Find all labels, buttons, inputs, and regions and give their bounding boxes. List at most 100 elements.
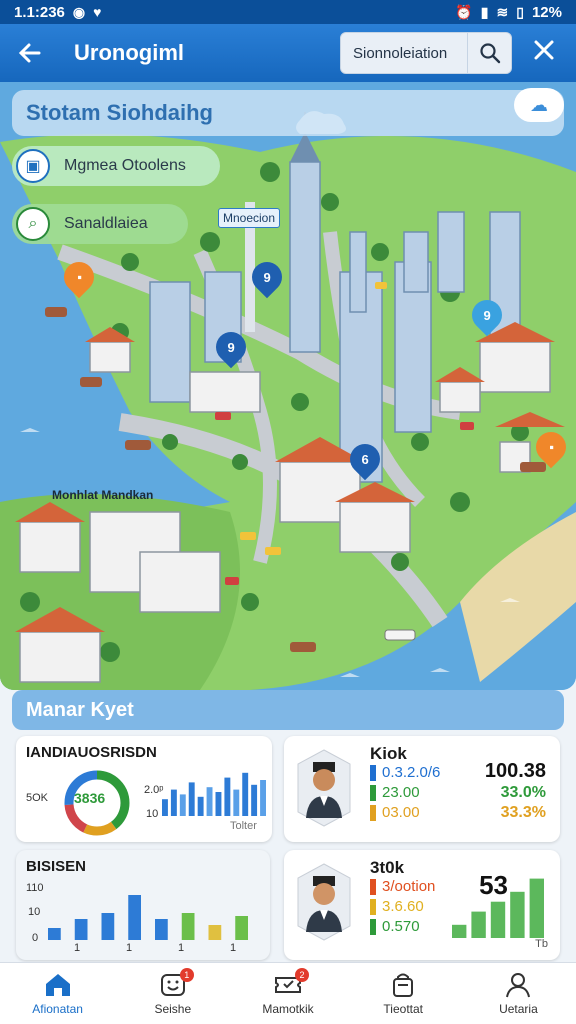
section-title: Manar Kyet	[12, 690, 564, 730]
chart-bar	[48, 928, 61, 940]
stat-value: 33.0%	[500, 784, 546, 801]
layer-icon: ▣	[16, 149, 50, 183]
chart-bar	[179, 794, 186, 816]
stat-label: 3/ootion	[382, 878, 436, 895]
avatar	[294, 862, 354, 942]
stats-card-c[interactable]: BISISEN 110 10 0 1 1 1 1	[16, 850, 270, 960]
layer-chip-primary[interactable]: ▣ Mgmea Otoolens	[12, 146, 220, 186]
chart-bar	[529, 878, 544, 938]
map-pin-label: 9	[263, 269, 271, 285]
notification-badge: 2	[295, 967, 309, 982]
chart-bar	[74, 919, 88, 940]
stat-label: 3.6.60	[382, 898, 424, 915]
chart-bar	[208, 925, 222, 940]
status-bar: 1.1:236 ◉ ♥ ⏰ ▮ ≋ ▯ 12%	[0, 0, 576, 24]
nav-label: Mamotkik	[262, 1001, 314, 1016]
map-header-title: Stotam Siohdaihg	[26, 100, 213, 125]
map-pin-label: 6	[361, 451, 369, 467]
close-button[interactable]	[524, 36, 564, 70]
chart-bar	[224, 777, 231, 816]
search-value: Sionnoleiation	[353, 44, 448, 62]
avatar	[294, 748, 354, 828]
chart-bar	[510, 891, 525, 938]
bag-icon	[393, 973, 414, 997]
chart-bar	[235, 916, 248, 940]
y-axis-label: 0	[32, 932, 39, 944]
donut-side-label: 5OK	[26, 792, 49, 804]
person-icon	[506, 972, 531, 997]
search-button[interactable]	[467, 32, 511, 74]
y-axis-label: 110	[26, 882, 44, 894]
map-pin-label: 9	[227, 339, 235, 355]
nav-item-home[interactable]: Afionatan	[0, 963, 115, 1024]
stat-color-bar	[370, 804, 376, 821]
x-axis-label: 1	[126, 942, 133, 954]
nav-icon-wrapper: 1	[158, 967, 194, 998]
status-time: 1.1:236	[14, 3, 65, 21]
stats-card-a[interactable]: IANDIAUOSRISDN 5OK 3836 2.0ᵖ 10 Tolter	[16, 736, 272, 842]
battery-icon: ▯	[516, 3, 524, 20]
cloud-icon: ☁	[530, 94, 548, 115]
x-axis-label: 1	[178, 942, 185, 954]
close-icon	[534, 40, 554, 60]
search-location-icon: ⌕	[16, 207, 50, 241]
kpi-name: 3t0k	[370, 858, 405, 877]
stat-color-bar	[370, 898, 376, 915]
wifi-icon: ≋	[496, 3, 509, 20]
back-button[interactable]	[12, 35, 48, 71]
stat-row: 3/ootion	[370, 878, 435, 895]
chart-bar	[215, 792, 222, 816]
stat-color-bar	[370, 918, 376, 935]
stat-row: 03.00	[370, 804, 420, 821]
chart-bar	[128, 895, 141, 940]
map-tag[interactable]: Mnoecion	[218, 208, 281, 228]
chart-bar	[181, 913, 195, 940]
stat-label: 0.570	[382, 918, 420, 935]
nav-item-fourth[interactable]: Tieottat	[346, 963, 461, 1024]
stat-color-bar	[370, 784, 376, 801]
stat-row: 3.6.60	[370, 898, 424, 915]
stat-row: 0.570	[370, 918, 420, 935]
heart-icon: ♥	[93, 4, 102, 20]
chart-caption: Tolter	[230, 820, 257, 832]
stat-row: 0.3.2.0/6	[370, 764, 440, 781]
stats-card-d[interactable]: 3t0k 3/ootion 3.6.60 0.570 53 Tb	[284, 850, 560, 960]
bar-chart-a	[162, 772, 266, 816]
briefcase-icon: ▪	[76, 269, 82, 285]
nav-item-profile[interactable]: Uetaria	[461, 963, 576, 1024]
layer-chip-label: Sanaldlaiea	[64, 215, 148, 232]
stat-label: 03.00	[382, 804, 420, 821]
chart-bar	[162, 799, 168, 816]
chart-bar	[206, 787, 213, 816]
city-map[interactable]: Stotam Siohdaihg ☁ ▣ Mgmea Otoolens ⌕ Sa…	[0, 82, 576, 690]
stat-color-bar	[370, 878, 376, 895]
card-title: IANDIAUOSRISDN	[26, 744, 157, 761]
search-icon	[479, 43, 500, 64]
battery-level: 12%	[531, 3, 562, 21]
app-bar: Uronogiml Sionnoleiation	[0, 24, 576, 82]
market-title: Manar Kyet	[26, 698, 134, 721]
home-icon	[45, 973, 70, 996]
stats-card-b[interactable]: Kiok 0.3.2.0/6 100.38 23.00 33.0% 03.00 33.3%	[284, 736, 560, 842]
arrow-left-icon	[18, 43, 41, 63]
search-input[interactable]: Sionnoleiation	[340, 32, 512, 74]
layer-chip-secondary[interactable]: ⌕ Sanaldlaiea	[12, 204, 188, 244]
notification-badge: 1	[179, 967, 194, 982]
map-pin-label: 9	[483, 307, 491, 323]
x-axis-label: 1	[74, 942, 81, 954]
stat-label: 0.3.2.0/6	[382, 764, 441, 781]
nav-item-third[interactable]: 2 Mamotkik	[230, 963, 345, 1024]
person-avatar-icon	[297, 863, 351, 941]
chart-bar	[155, 919, 168, 940]
map-header: Stotam Siohdaihg	[12, 90, 564, 136]
chart-bar	[197, 796, 204, 816]
donut-value: 3836	[74, 790, 106, 806]
nav-item-second[interactable]: 1 Seishe	[115, 963, 230, 1024]
nav-label: Uetaria	[499, 1001, 538, 1016]
chart-bar	[242, 772, 249, 816]
chart-bar	[490, 901, 506, 938]
weather-button[interactable]: ☁	[514, 88, 564, 122]
bar-chart-c	[48, 895, 248, 940]
nav-label: Tieottat	[383, 1001, 423, 1016]
notification-icon: ◉	[72, 3, 86, 20]
